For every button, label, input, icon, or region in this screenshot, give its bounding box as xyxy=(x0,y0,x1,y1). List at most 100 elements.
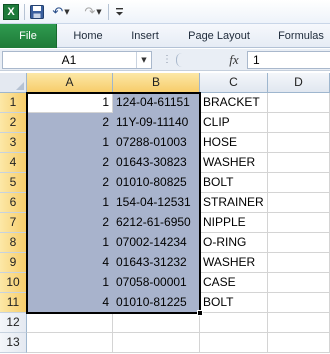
cell-d13[interactable] xyxy=(268,333,330,353)
cell-c11[interactable]: BOLT xyxy=(200,293,268,313)
cell-b1[interactable]: 124-04-61151 xyxy=(113,93,200,113)
row-header[interactable]: 2 xyxy=(0,113,27,133)
cell-d7[interactable] xyxy=(268,213,330,233)
cell-d11[interactable] xyxy=(268,293,330,313)
cell-b4[interactable]: 01643-30823 xyxy=(113,153,200,173)
redo-button[interactable]: ↷ ▼ xyxy=(80,2,106,22)
cell-b7[interactable]: 6212-61-6950 xyxy=(113,213,200,233)
cell-c3[interactable]: HOSE xyxy=(200,133,268,153)
column-header-a[interactable]: A xyxy=(27,73,113,93)
cell-a13[interactable] xyxy=(27,333,113,353)
row-header[interactable]: 9 xyxy=(0,253,27,273)
formula-bar: A1 ▼ ⋮ fx 1 xyxy=(0,49,330,71)
formula-bar-splitter[interactable] xyxy=(176,53,184,67)
cell-a12[interactable] xyxy=(27,313,113,333)
select-all-button[interactable] xyxy=(0,73,27,93)
fill-handle[interactable] xyxy=(197,310,203,316)
row-header[interactable]: 7 xyxy=(0,213,27,233)
save-button[interactable] xyxy=(28,2,46,22)
excel-logo-letter: X xyxy=(3,4,19,20)
row-header[interactable]: 8 xyxy=(0,233,27,253)
insert-function-button[interactable]: fx xyxy=(224,51,244,69)
cell-c9[interactable]: WASHER xyxy=(200,253,268,273)
cell-c7[interactable]: NIPPLE xyxy=(200,213,268,233)
cell-d2[interactable] xyxy=(268,113,330,133)
row-header[interactable]: 10 xyxy=(0,273,27,293)
tab-home[interactable]: Home xyxy=(60,24,116,48)
row-header[interactable]: 13 xyxy=(0,333,27,353)
cell-b9[interactable]: 01643-31232 xyxy=(113,253,200,273)
cell-b11[interactable]: 01010-81225 xyxy=(113,293,200,313)
tab-insert[interactable]: Insert xyxy=(119,24,171,48)
cell-d12[interactable] xyxy=(268,313,330,333)
cell-a5[interactable]: 2 xyxy=(27,173,113,193)
cell-b8[interactable]: 07002-14234 xyxy=(113,233,200,253)
cell-d8[interactable] xyxy=(268,233,330,253)
row-header[interactable]: 12 xyxy=(0,313,27,333)
cell-c6[interactable]: STRAINER xyxy=(200,193,268,213)
quick-access-toolbar: X ↶ ▼ ↷ ▼ xyxy=(0,0,330,24)
cell-b5[interactable]: 01010-80825 xyxy=(113,173,200,193)
row-header[interactable]: 3 xyxy=(0,133,27,153)
row-header[interactable]: 11 xyxy=(0,293,27,313)
cell-b6[interactable]: 154-04-12531 xyxy=(113,193,200,213)
row-header[interactable]: 5 xyxy=(0,173,27,193)
column-header-c[interactable]: C xyxy=(200,73,268,93)
cell-a2[interactable]: 2 xyxy=(27,113,113,133)
cell-a9[interactable]: 4 xyxy=(27,253,113,273)
tab-page-layout[interactable]: Page Layout xyxy=(175,24,263,48)
cell-c1[interactable]: BRACKET xyxy=(200,93,268,113)
cell-d5[interactable] xyxy=(268,173,330,193)
undo-icon: ↶ xyxy=(52,4,64,20)
cell-c8[interactable]: O-RING xyxy=(200,233,268,253)
name-box-value[interactable]: A1 xyxy=(3,52,135,68)
row-header[interactable]: 1 xyxy=(0,93,27,113)
cell-d6[interactable] xyxy=(268,193,330,213)
cell-a8[interactable]: 1 xyxy=(27,233,113,253)
cell-a11[interactable]: 4 xyxy=(27,293,113,313)
cell-a10[interactable]: 1 xyxy=(27,273,113,293)
cell-a7[interactable]: 2 xyxy=(27,213,113,233)
cell-a6[interactable]: 1 xyxy=(27,193,113,213)
cell-d10[interactable] xyxy=(268,273,330,293)
cell-d9[interactable] xyxy=(268,253,330,273)
column-header-d[interactable]: D xyxy=(268,73,330,93)
cell-c2[interactable]: CLIP xyxy=(200,113,268,133)
cell-b12[interactable] xyxy=(113,313,200,333)
cell-a1[interactable]: 1 xyxy=(27,93,113,113)
cell-c10[interactable]: CASE xyxy=(200,273,268,293)
cell-d4[interactable] xyxy=(268,153,330,173)
excel-logo-icon[interactable]: X xyxy=(1,2,21,22)
cell-d3[interactable] xyxy=(268,133,330,153)
redo-dropdown-icon[interactable]: ▼ xyxy=(96,8,101,16)
name-box[interactable]: A1 ▼ xyxy=(2,51,152,69)
customize-toolbar-button[interactable] xyxy=(112,2,126,22)
cell-c12[interactable] xyxy=(200,313,268,333)
cell-b2[interactable]: 11Y-09-11140 xyxy=(113,113,200,133)
formula-bar-grip-icon[interactable]: ⋮ xyxy=(161,53,173,67)
undo-button[interactable]: ↶ ▼ xyxy=(48,2,74,22)
cell-b3[interactable]: 07288-01003 xyxy=(113,133,200,153)
toolbar-divider xyxy=(108,4,109,20)
column-header-b[interactable]: B xyxy=(113,73,200,93)
redo-icon: ↷ xyxy=(84,4,96,20)
cell-b10[interactable]: 07058-00001 xyxy=(113,273,200,293)
cell-c4[interactable]: WASHER xyxy=(200,153,268,173)
toolbar-divider xyxy=(24,4,25,20)
tab-file[interactable]: File xyxy=(0,24,57,48)
cell-d1[interactable] xyxy=(268,93,330,113)
name-box-dropdown-icon[interactable]: ▼ xyxy=(136,52,151,68)
row-header[interactable]: 6 xyxy=(0,193,27,213)
tab-formulas[interactable]: Formulas xyxy=(266,24,330,48)
cell-c5[interactable]: BOLT xyxy=(200,173,268,193)
cell-b13[interactable] xyxy=(113,333,200,353)
ribbon-tabs: File Home Insert Page Layout Formulas xyxy=(0,24,330,48)
formula-input[interactable]: 1 xyxy=(247,51,330,69)
save-icon xyxy=(30,5,44,19)
row-header[interactable]: 4 xyxy=(0,153,27,173)
customize-qat-icon xyxy=(115,8,123,16)
cell-c13[interactable] xyxy=(200,333,268,353)
cell-a3[interactable]: 1 xyxy=(27,133,113,153)
cell-a4[interactable]: 2 xyxy=(27,153,113,173)
undo-dropdown-icon[interactable]: ▼ xyxy=(64,8,69,16)
